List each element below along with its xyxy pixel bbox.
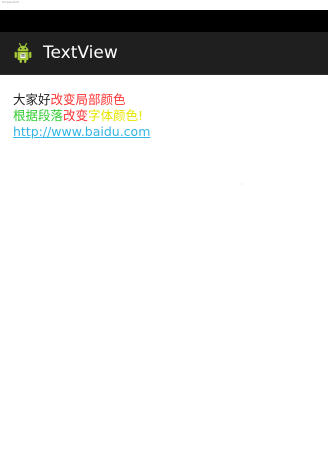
status-bar — [0, 10, 328, 32]
baidu-link[interactable]: http://www.baidu.com — [13, 124, 150, 139]
android-device-screen: TextView 大家好改变局部颜色 根据段落改变字体颜色! http://ww… — [0, 10, 328, 455]
action-bar-title: TextView — [43, 43, 118, 63]
text-segment-red: 改变局部颜色 — [50, 92, 126, 107]
text-line-3: http://www.baidu.com — [13, 124, 150, 140]
text-line-2: 根据段落改变字体颜色! — [13, 108, 150, 124]
screenshot-label: Screenshot — [2, 0, 19, 4]
text-line-1: 大家好改变局部颜色 — [13, 92, 150, 108]
text-segment-red-2: 改变 — [63, 108, 89, 123]
text-segment-greeting: 大家好 — [13, 92, 51, 107]
text-segment-green: 根据段落 — [13, 108, 64, 123]
content-area: 大家好改变局部颜色 根据段落改变字体颜色! http://www.baidu.c… — [0, 75, 328, 455]
text-segment-yellow: 字体颜色! — [88, 108, 144, 123]
android-app-icon[interactable] — [11, 41, 35, 65]
text-view: 大家好改变局部颜色 根据段落改变字体颜色! http://www.baidu.c… — [13, 92, 150, 140]
screen-artifact — [241, 183, 243, 185]
action-bar: TextView — [0, 32, 328, 75]
